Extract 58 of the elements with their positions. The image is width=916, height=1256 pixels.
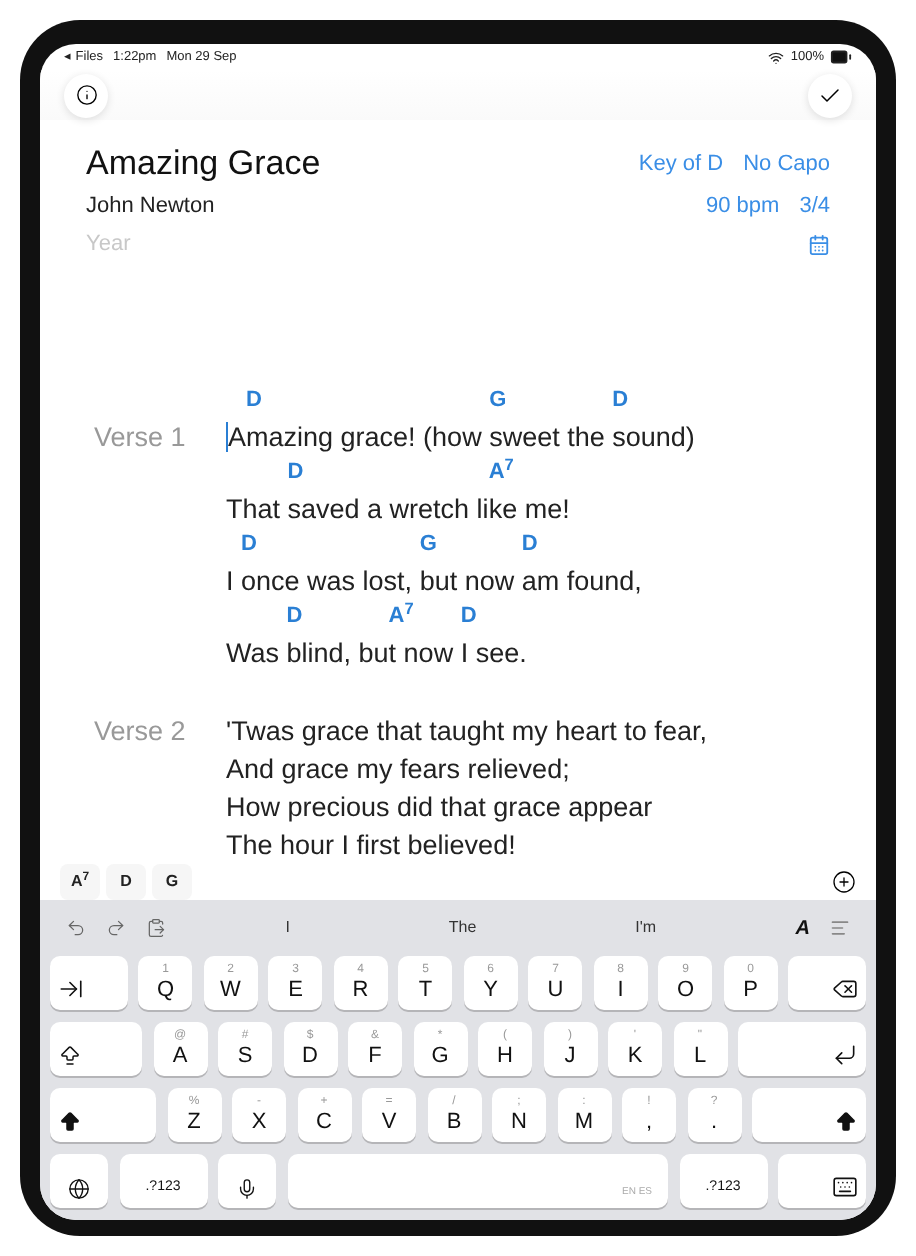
chord-label[interactable]: G [489, 386, 507, 414]
song-author: John Newton [86, 191, 215, 222]
keyboard-dismiss-key[interactable] [778, 1154, 866, 1208]
microphone-icon [236, 1178, 258, 1200]
delete-key[interactable] [788, 956, 866, 1010]
shift-key[interactable] [752, 1088, 866, 1142]
done-button[interactable] [808, 73, 852, 118]
info-button[interactable] [64, 73, 108, 118]
lyric-line: I once was lost, but now am found, [226, 564, 642, 600]
battery-icon [830, 46, 852, 69]
lyric-line: Amazing grace! (how sweet the sound) [228, 420, 695, 456]
return-icon [832, 1042, 858, 1068]
delete-icon [832, 976, 858, 1002]
chord-chip[interactable]: A$^{7}$ [60, 864, 100, 900]
wifi-icon [768, 49, 785, 66]
shift-icon [834, 1110, 858, 1134]
chord-label[interactable]: D [460, 602, 477, 630]
chord-label[interactable]: D [287, 458, 304, 486]
lyric-line: The hour I first believed! [226, 828, 516, 864]
chord-label[interactable]: D [241, 530, 257, 558]
tab-key[interactable] [50, 956, 128, 1010]
align-icon[interactable] [830, 918, 850, 938]
shift-key[interactable] [50, 1088, 156, 1142]
lyric-line: Was blind, but now I see. [226, 636, 527, 672]
checkmark-icon [818, 83, 842, 108]
calendar-icon[interactable] [808, 233, 830, 255]
chord-label[interactable]: D [521, 530, 538, 558]
dictation-key[interactable] [218, 1154, 276, 1208]
keyboard-icon [832, 1174, 858, 1200]
chord-label[interactable]: A$^{7}$ [488, 458, 514, 486]
shift-icon [58, 1110, 82, 1134]
format-button[interactable]: A [795, 913, 810, 943]
globe-key[interactable] [50, 1154, 108, 1208]
chord-label[interactable]: D [246, 386, 262, 414]
suggestion[interactable]: The [448, 916, 477, 940]
paste-icon[interactable] [146, 918, 166, 938]
song-title: Amazing Grace [86, 142, 321, 187]
lyric-line: That saved a wretch like me! [226, 492, 570, 528]
tab-icon [58, 976, 84, 1002]
lyric-line: How precious did that grace appear [226, 790, 653, 826]
chord-label[interactable]: D [286, 602, 303, 630]
add-icon[interactable] [832, 870, 856, 894]
lyric-line: 'Twas grace that taught my heart to fear, [226, 714, 707, 750]
chord-label[interactable]: D [612, 386, 629, 414]
info-icon [75, 84, 97, 107]
section-label: Verse 1 [94, 420, 186, 456]
chord-chip[interactable]: G [152, 864, 192, 900]
lyric-line: And grace my fears relieved; [226, 752, 570, 788]
undo-icon[interactable] [66, 918, 86, 938]
chord-chip[interactable]: D [106, 864, 146, 900]
suggestion[interactable]: I [285, 916, 290, 940]
globe-icon [68, 1178, 90, 1200]
caps-lock-icon [58, 1044, 82, 1068]
section-label: Verse 2 [94, 714, 186, 750]
redo-icon[interactable] [106, 918, 126, 938]
suggestion[interactable]: I'm [635, 916, 657, 940]
chord-label[interactable]: A$^{7}$ [388, 602, 414, 630]
chord-label[interactable]: G [419, 530, 437, 558]
